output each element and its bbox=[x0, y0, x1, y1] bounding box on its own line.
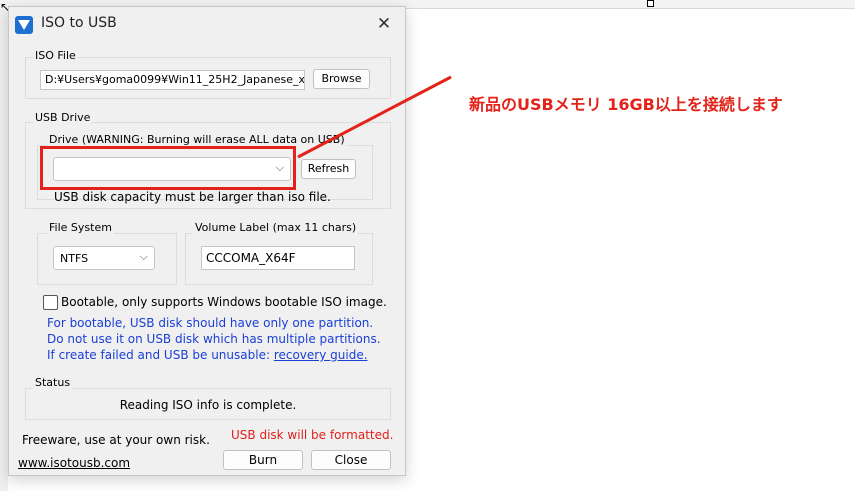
annotation-text: 新品のUSBメモリ 16GB以上を接続します bbox=[469, 95, 783, 114]
annotation-arrow-icon bbox=[297, 75, 452, 159]
